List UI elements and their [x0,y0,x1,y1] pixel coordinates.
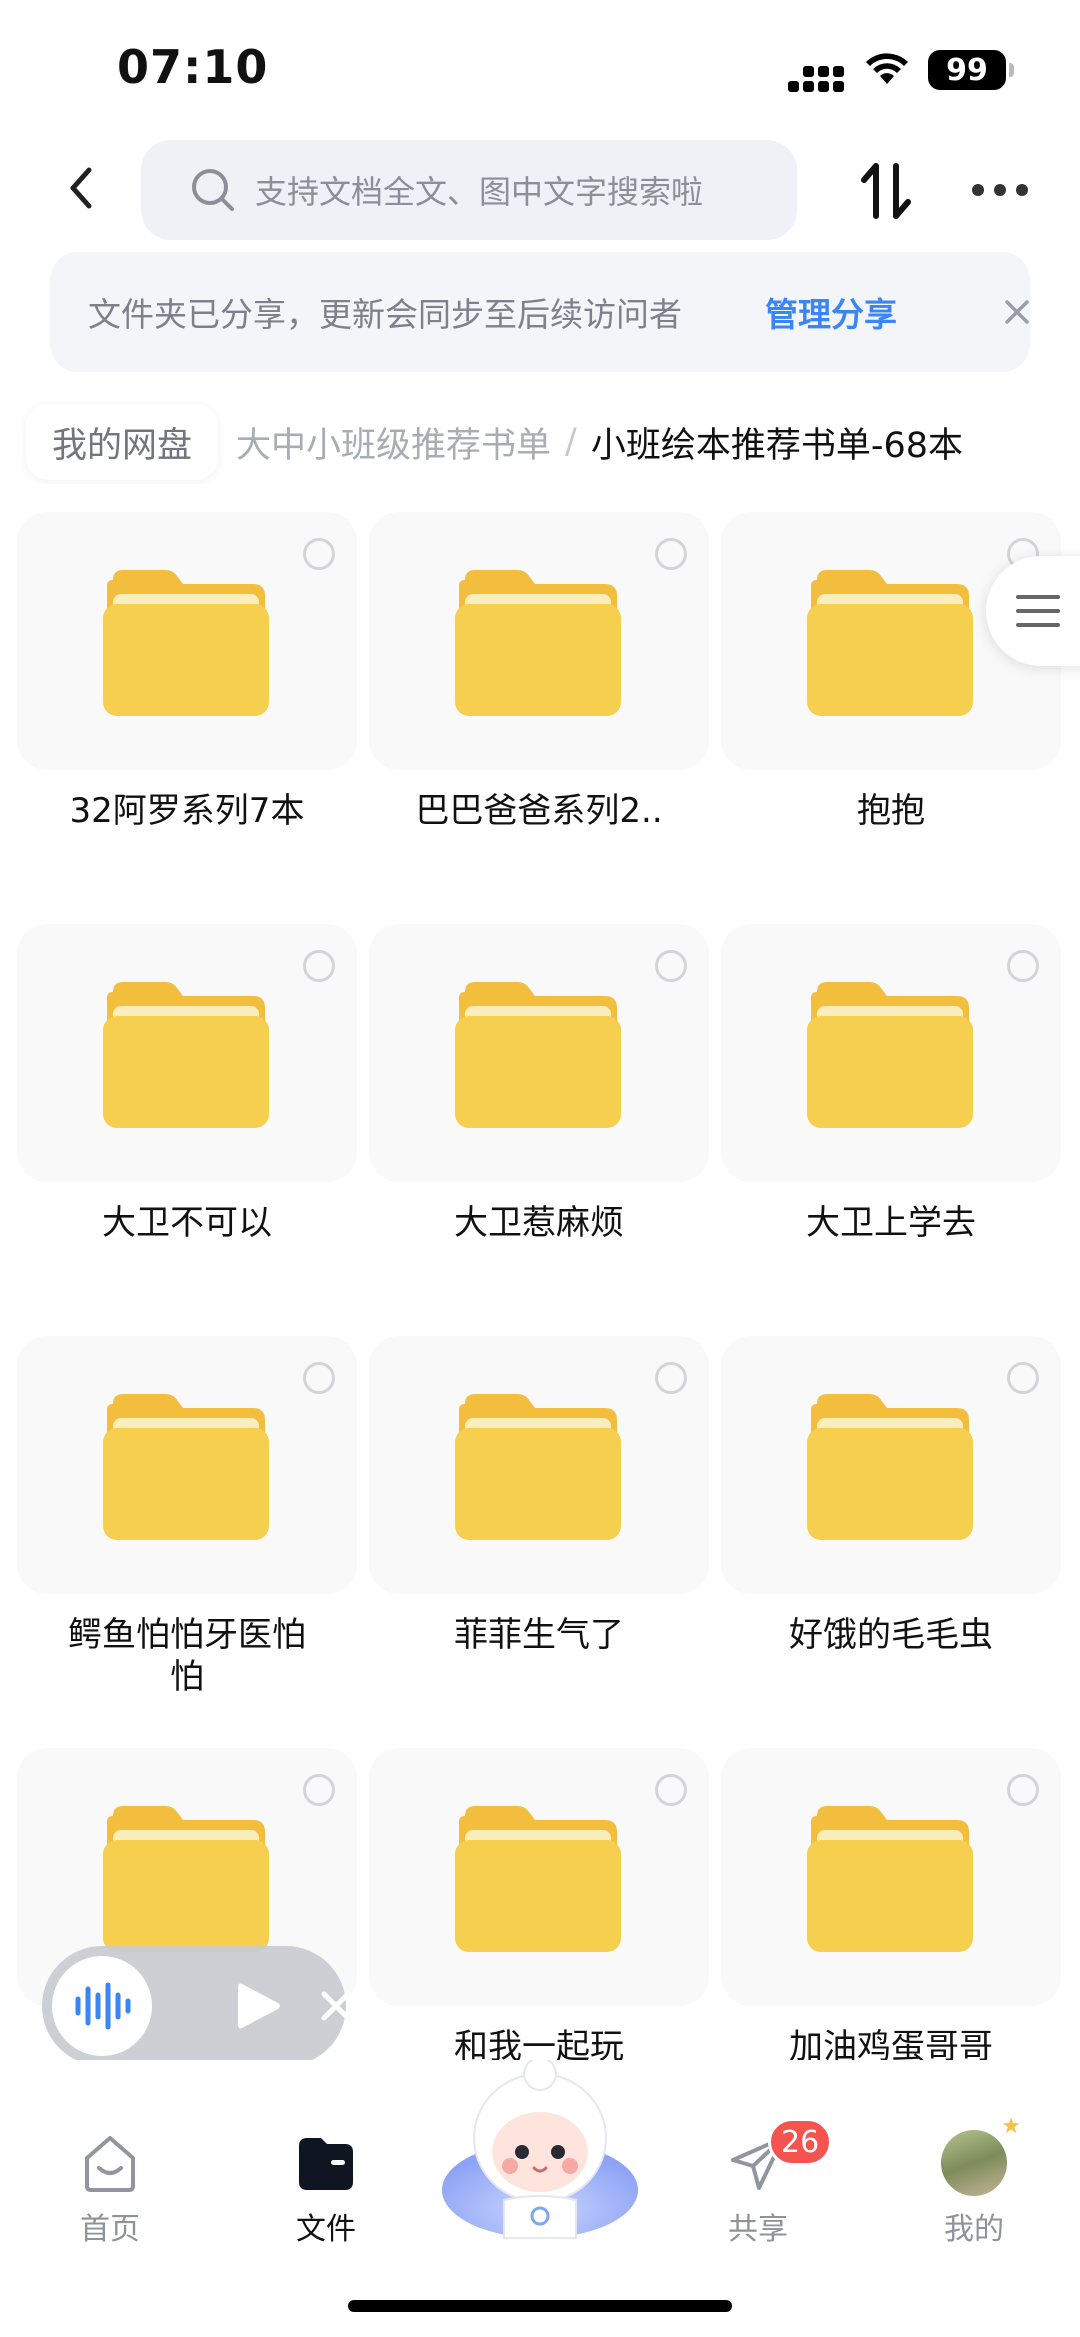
select-checkbox[interactable] [303,950,335,982]
folder-icon [103,982,269,1128]
nav-files[interactable]: 文件 [256,2130,396,2248]
folder-item[interactable]: 32阿罗系列7本 [17,512,357,922]
folder-item[interactable]: 菲菲生气了 [369,1336,709,1746]
avatar [941,2114,1021,2196]
status-time: 07:10 [117,40,269,94]
cellular-signal-icon [788,52,846,92]
folder-icon [103,1806,269,1952]
nav-label: 文件 [296,2212,356,2247]
folder-icon [455,1394,621,1540]
select-checkbox[interactable] [655,1362,687,1394]
breadcrumb-current: 小班绘本推荐书单-68本 [590,425,963,466]
select-checkbox[interactable] [655,538,687,570]
folder-icon [807,570,973,716]
folder-name: 32阿罗系列7本 [69,791,305,831]
home-indicator [348,2300,732,2312]
folder-name: 好饿的毛毛虫 [789,1615,993,1655]
more-options-icon[interactable] [972,178,1030,202]
play-icon[interactable] [234,1980,282,2032]
folder-icon [807,982,973,1128]
folder-name: 鳄鱼怕怕牙医怕怕 [68,1615,306,1697]
manage-share-link[interactable]: 管理分享 [765,288,897,336]
nav-label: 共享 [728,2212,788,2247]
select-checkbox[interactable] [303,1774,335,1806]
audio-wave-button[interactable] [52,1956,152,2056]
folder-name: 菲菲生气了 [454,1615,624,1655]
search-input[interactable]: 支持文档全文、图中文字搜索啦 [141,140,797,240]
folder-icon [299,2138,353,2190]
nav-label: 我的 [944,2212,1004,2247]
folder-icon [103,570,269,716]
select-checkbox[interactable] [655,1774,687,1806]
breadcrumb-separator: / [565,422,577,462]
sound-wave-icon [75,1982,131,2030]
back-button[interactable] [55,160,105,216]
sort-icon[interactable] [858,160,914,222]
folder-name: 大卫不可以 [102,1203,272,1243]
breadcrumb-parent[interactable]: 大中小班级推荐书单 [236,417,551,468]
floating-audio-player [42,1946,351,2066]
nav-share[interactable]: 26 共享 [688,2118,833,2248]
select-checkbox[interactable] [1007,1774,1039,1806]
folder-icon [103,1394,269,1540]
status-bar: 07:10 99 [0,0,1080,140]
select-checkbox[interactable] [1007,1362,1039,1394]
folder-icon [455,570,621,716]
search-icon [192,169,234,211]
folder-item[interactable]: 巴巴爸爸系列2.. [369,512,709,922]
ai-assistant-mascot-button[interactable] [440,2060,640,2240]
folder-item[interactable]: 大卫不可以 [17,924,357,1334]
folder-item[interactable]: 鳄鱼怕怕牙医怕怕 [17,1336,357,1746]
nav-label: 首页 [80,2212,140,2247]
folder-item[interactable]: 好饿的毛毛虫 [721,1336,1061,1746]
close-icon[interactable] [318,1988,354,2024]
breadcrumb: 我的网盘 大中小班级推荐书单 / 小班绘本推荐书单-68本 [0,400,1080,484]
select-checkbox[interactable] [1007,950,1039,982]
folder-item[interactable]: 大卫惹麻烦 [369,924,709,1334]
wifi-icon [866,53,908,84]
share-notice-message: 文件夹已分享，更新会同步至后续访问者 [88,295,682,334]
folder-name: 大卫上学去 [806,1203,976,1243]
select-checkbox[interactable] [303,1362,335,1394]
nav-profile[interactable]: 我的 [904,2114,1044,2248]
search-placeholder: 支持文档全文、图中文字搜索啦 [255,173,704,211]
chevron-left-icon [70,167,92,209]
menu-lines-icon [1016,595,1060,627]
nav-home[interactable]: 首页 [40,2130,180,2248]
folder-icon [807,1806,973,1952]
folder-name: 巴巴爸爸系列2.. [415,791,663,831]
folder-icon [455,1806,621,1952]
folder-icon [807,1394,973,1540]
folder-name: 大卫惹麻烦 [454,1203,624,1243]
folder-icon [455,982,621,1128]
notification-badge: 26 [768,2118,833,2166]
folder-item[interactable]: 大卫上学去 [721,924,1061,1334]
battery-indicator: 99 [928,50,1014,90]
breadcrumb-root[interactable]: 我的网盘 [26,404,219,480]
close-icon[interactable] [1000,295,1034,329]
share-notice-banner: 文件夹已分享，更新会同步至后续访问者 管理分享 [50,252,1030,372]
home-icon [85,2136,135,2192]
select-checkbox[interactable] [655,950,687,982]
folder-name: 抱抱 [857,791,925,831]
select-checkbox[interactable] [303,538,335,570]
